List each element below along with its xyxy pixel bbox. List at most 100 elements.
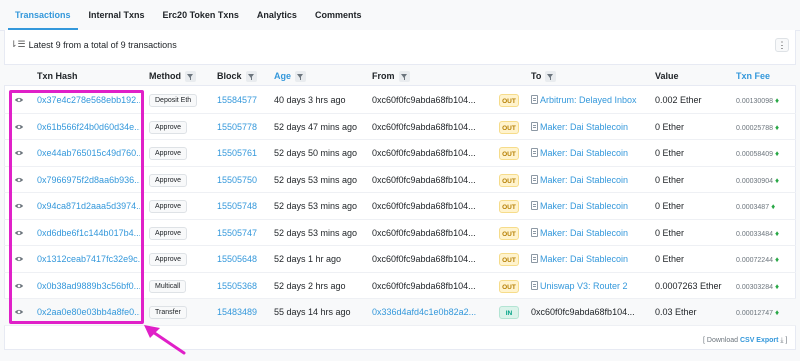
header-age[interactable]: Age [274,65,307,87]
method-badge: Approve [149,147,188,160]
value-text: 0 Ether [655,227,685,238]
filter-icon[interactable] [245,70,257,82]
contract-icon [531,174,538,184]
age-text: 52 days 53 mins ago [274,227,358,238]
to-address[interactable]: Maker: Dai Stablecoin [531,220,651,246]
block-link[interactable]: 15505778 [217,114,257,140]
method-badge: Multicall [149,279,187,293]
sort-icon: ⇂☰ [10,39,26,49]
tab-comments[interactable]: Comments [306,0,371,30]
more-options-button[interactable]: ⋮ [775,38,789,52]
contract-icon [531,227,538,237]
to-address-label: Maker: Dai Stablecoin [540,227,629,238]
gas-icon: ♦ [774,228,780,238]
to-address[interactable]: Maker: Dai Stablecoin [531,193,651,219]
contract-icon [531,280,538,290]
filter-icon[interactable] [185,70,196,82]
direction-badge: OUT [499,120,519,134]
to-address[interactable]: Maker: Dai Stablecoin [531,246,651,272]
tab-transactions[interactable]: Transactions [6,0,80,30]
method-badge: Approve [149,120,188,134]
tab-internal-txns[interactable]: Internal Txns [80,0,154,30]
age-text: 52 days 53 mins ago [274,174,358,185]
age-text: 52 days 47 mins ago [274,121,358,132]
from-address: 0xc60f0fc9abda68fb104... [372,254,476,264]
method-badge: Approve [149,226,188,240]
to-address[interactable]: Maker: Dai Stablecoin [531,140,651,166]
method-badge: Approve [149,173,188,187]
gas-icon: ♦ [774,175,780,185]
value-text: 0.002 Ether [655,95,702,105]
block-link[interactable]: 15505750 [217,167,257,193]
to-address-label: Maker: Dai Stablecoin [540,201,629,211]
block-link[interactable]: 15505761 [217,140,257,166]
value-text: 0.0007263 Ether [655,280,722,291]
txn-fee-text: 0.00033484 [736,230,773,238]
txn-fee: 0.00033484 ♦ [736,220,779,246]
to-address-label: Maker: Dai Stablecoin [540,254,629,264]
direction-badge: OUT [499,200,519,213]
value-text: 0.03 Ether [655,307,697,317]
tab-analytics[interactable]: Analytics [248,0,306,30]
direction-badge: IN [499,306,519,319]
gas-icon: ♦ [774,96,780,105]
to-address[interactable]: Maker: Dai Stablecoin [531,114,651,140]
txn-fee-text: 0.00012747 [736,310,773,317]
txn-fee: 0.00058409 ♦ [736,140,779,166]
block-link[interactable]: 15505368 [217,273,257,299]
block-link[interactable]: 15505748 [217,193,257,219]
value-text: 0 Ether [655,254,685,264]
contract-icon [531,148,538,157]
value-text: 0 Ether [655,148,685,158]
download-suffix: ⤓ ] [778,337,788,344]
gas-icon: ♦ [774,281,780,291]
gas-icon: ♦ [771,202,776,211]
to-address[interactable]: Maker: Dai Stablecoin [531,167,651,193]
txn-fee-text: 0.00058409 [736,151,773,158]
to-address: 0xc60f0fc9abda68fb104... [531,299,651,325]
to-address-label: Arbitrum: Delayed Inbox [540,95,637,105]
age-text: 52 days 50 mins ago [274,148,358,158]
pointer-arrow-icon [144,325,186,355]
direction-badge: OUT [499,253,519,266]
method-badge: Approve [149,253,188,266]
from-address: 0xc60f0fc9abda68fb104... [372,174,476,185]
header-txn-fee[interactable]: Txn Fee [736,65,770,87]
header-from: From [372,65,410,87]
tab-erc20-token-txns[interactable]: Erc20 Token Txns [154,0,248,30]
to-address[interactable]: Uniswap V3: Router 2 [531,273,651,299]
txn-fee: 0.00303284 ♦ [736,273,779,299]
block-link[interactable]: 15584577 [217,87,257,113]
age-text: 52 days 1 hr ago [274,254,342,264]
download-prefix: [ Download [703,337,740,344]
txn-fee: 0.00030904 ♦ [736,167,779,193]
csv-export-link[interactable]: CSV Export [740,337,779,344]
from-address: 0xc60f0fc9abda68fb104... [372,201,476,211]
summary: ⇂☰ Latest 9 from a total of 9 transactio… [10,39,177,50]
from-address: 0xc60f0fc9abda68fb104... [372,121,476,132]
filter-icon[interactable] [398,70,410,82]
value-text: 0 Ether [655,174,685,185]
header-to: To [531,65,557,87]
gas-icon: ♦ [774,255,780,264]
txn-fee: 0.00025788 ♦ [736,114,779,140]
direction-badge: OUT [499,173,519,187]
value-text: 0 Ether [655,121,685,132]
to-address[interactable]: Arbitrum: Delayed Inbox [531,87,651,113]
block-link[interactable]: 15483489 [217,299,257,325]
from-address[interactable]: 0x336d4afd4c1e0b82a2... [372,299,492,325]
contract-icon [531,95,538,104]
filter-icon[interactable] [545,70,557,82]
txn-fee-text: 0.00025788 [736,124,773,132]
gas-icon: ♦ [774,122,780,132]
to-address-label: Maker: Dai Stablecoin [540,174,629,185]
block-link[interactable]: 15505747 [217,220,257,246]
table-header: Txn Hash Method Block Age From To Value … [4,64,796,86]
age-text: 52 days 53 mins ago [274,201,358,211]
from-address: 0xc60f0fc9abda68fb104... [372,280,476,291]
block-link[interactable]: 15505648 [217,246,257,272]
age-text: 40 days 3 hrs ago [274,95,346,105]
filter-icon[interactable] [295,70,307,82]
age-text: 55 days 14 hrs ago [274,307,351,317]
gas-icon: ♦ [774,149,780,158]
